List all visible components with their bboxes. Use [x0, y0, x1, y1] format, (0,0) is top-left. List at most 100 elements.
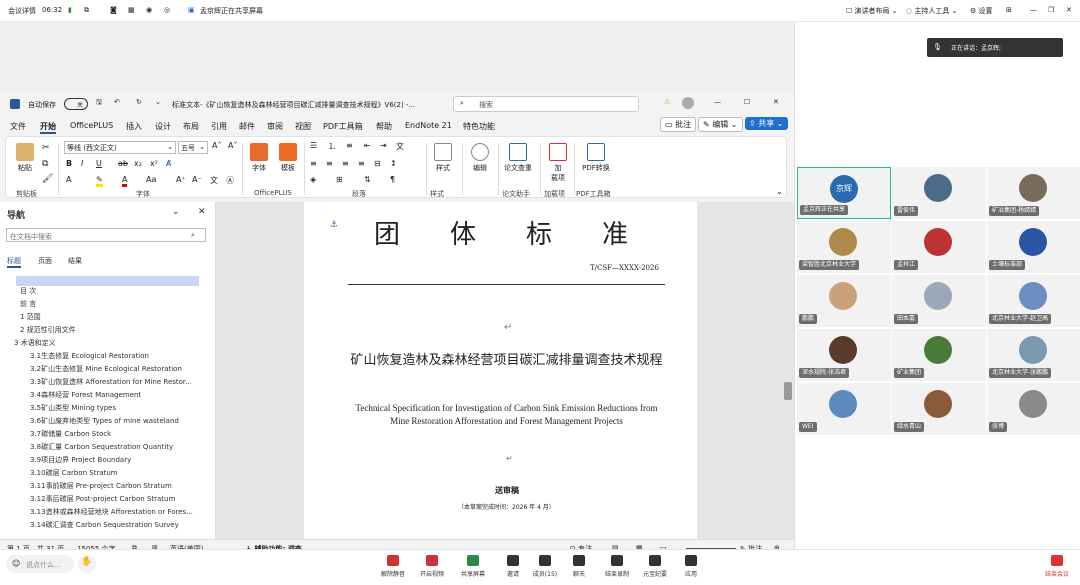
font-name-select[interactable]: 等线 (西文正文) ⌄ — [64, 141, 176, 154]
participant-tile[interactable]: 矿冶集团-杨婧婧 — [987, 167, 1080, 219]
word-close-icon[interactable]: ✕ — [773, 98, 779, 106]
nav-heading-item[interactable]: 3.14碳汇调查 Carbon Sequestration Survey — [30, 520, 179, 530]
nav-heading-item[interactable]: 3.3矿山恢复造林 Afforestation for Mine Restor.… — [30, 377, 192, 387]
nav-heading-item[interactable]: 3 术语和定义 — [14, 338, 56, 348]
save-icon[interactable]: 🖫 — [96, 98, 102, 109]
start-video-button[interactable]: 开启视频 — [415, 555, 449, 578]
redo-icon[interactable]: ↻ — [136, 98, 142, 106]
nav-heading-item[interactable]: 3.6矿山废弃地类型 Types of mine wasteland — [30, 416, 179, 426]
tab-review[interactable]: 审阅 — [267, 121, 283, 132]
autosave-toggle[interactable]: 关 — [64, 98, 88, 110]
participant-tile[interactable]: 张博 — [987, 383, 1080, 435]
close-icon[interactable]: ✕ — [1066, 6, 1072, 14]
tab-officeplus[interactable]: OfficePLUS — [70, 121, 113, 130]
eye-icon[interactable]: ◎ — [164, 6, 170, 14]
superscript-icon[interactable]: x² — [150, 159, 158, 168]
bullets-icon[interactable]: ☰ — [310, 141, 317, 150]
popout-icon[interactable]: ⧉ — [84, 6, 89, 15]
multilevel-list-icon[interactable]: ≡ — [346, 141, 353, 150]
chinese-layout-icon[interactable]: 文 — [396, 141, 404, 152]
highlight-icon[interactable]: ✎ — [96, 175, 103, 187]
tab-design[interactable]: 设计 — [155, 121, 171, 132]
participant-tile[interactable]: 深水规院-张浩君 — [797, 329, 891, 381]
pane-collapse-handle[interactable] — [784, 382, 792, 400]
style-button[interactable]: 样式 — [430, 143, 456, 173]
nav-heading-item[interactable]: 前 言 — [20, 299, 36, 309]
participant-tile[interactable]: 田本嘉 — [892, 275, 986, 327]
copy-icon[interactable]: ⧉ — [42, 159, 48, 169]
participant-tile[interactable]: 绿水青山 — [892, 383, 986, 435]
tab-pdf-tools[interactable]: PDF工具箱 — [323, 121, 363, 132]
phonetic-icon[interactable]: 文 — [210, 175, 218, 186]
word-minimize-icon[interactable]: — — [714, 98, 721, 106]
align-center-icon[interactable]: ≡ — [326, 159, 333, 168]
tab-file[interactable]: 文件 — [10, 121, 26, 132]
nav-tab-pages[interactable]: 页面 — [38, 256, 52, 266]
tab-insert[interactable]: 插入 — [126, 121, 142, 132]
pin-icon[interactable]: ⊞ — [1006, 6, 1012, 14]
font-grow-icon[interactable]: A˄ — [212, 141, 221, 150]
nav-heading-item[interactable]: 3.2矿山生态修复 Mine Ecological Restoration — [30, 364, 182, 374]
paper-check-button[interactable]: 论文查重 — [502, 143, 534, 173]
nav-heading-item[interactable]: 3.4森林经营 Forest Management — [30, 390, 141, 400]
tab-layout[interactable]: 布局 — [183, 121, 199, 132]
settings-button[interactable]: ⚙ 设置 — [970, 6, 993, 16]
hand-icon[interactable]: ✋ — [78, 555, 96, 573]
participant-tile[interactable]: 土壤标准部 — [987, 221, 1080, 273]
stop-recording-button[interactable]: 结束录制 — [600, 555, 634, 578]
paste-button[interactable]: 粘贴 — [12, 143, 38, 173]
participant-tile[interactable]: WEI — [797, 383, 891, 435]
word-search-input[interactable]: ⌕ 搜索 — [453, 96, 639, 112]
participant-tile[interactable]: 北京林业大学-张鹏鹏 — [987, 329, 1080, 381]
layout-icon[interactable]: ▦ — [128, 6, 135, 14]
tab-mailings[interactable]: 邮件 — [239, 121, 255, 132]
participant-tile[interactable]: 京辉 孟京辉正在共享 — [797, 167, 891, 219]
host-tools-button[interactable]: ◌ 主持人工具 ⌄ — [906, 6, 957, 16]
increase-indent-icon[interactable]: ⇥ — [380, 141, 387, 150]
participant-tile[interactable]: 鹏鹏 — [797, 275, 891, 327]
nav-heading-item[interactable]: 3.8碳汇量 Carbon Sequestration Quantity — [30, 442, 173, 452]
pdf-convert-button[interactable]: PDF转换 — [578, 143, 614, 173]
nav-heading-item[interactable]: 3.10碳层 Carbon Stratum — [30, 468, 118, 478]
font-size-select[interactable]: 五号 ⌄ — [178, 141, 208, 154]
tab-endnote[interactable]: EndNote 21 — [405, 121, 452, 130]
yuanbao-summary-button[interactable]: 元宝纪要 — [638, 555, 672, 578]
borders-icon[interactable]: ⊞ — [336, 175, 343, 184]
editing-mode-button[interactable]: ✎ 编辑 ⌄ — [698, 117, 743, 132]
font-button[interactable]: 字体 — [246, 143, 272, 173]
restore-icon[interactable]: ❐ — [1048, 6, 1054, 14]
sort-icon[interactable]: ⇅ — [364, 175, 371, 184]
invite-button[interactable]: 邀请 — [496, 555, 530, 578]
nav-options-icon[interactable]: ⌄ — [172, 207, 180, 217]
nav-selected-heading[interactable] — [16, 276, 199, 286]
enclose-char-icon[interactable]: Ⓐ — [226, 175, 234, 186]
apps-button[interactable]: 应用 — [674, 555, 708, 578]
tab-references[interactable]: 引用 — [211, 121, 227, 132]
share-button[interactable]: ⇪ 共享 ⌄ — [745, 117, 788, 130]
clear-format-icon[interactable]: A̸ — [166, 159, 171, 168]
justify-icon[interactable]: ≡ — [358, 159, 365, 168]
align-right-icon[interactable]: ≡ — [342, 159, 349, 168]
participant-tile[interactable]: 北京林业大学-赵卫高 — [987, 275, 1080, 327]
underline-icon[interactable]: U — [96, 159, 102, 168]
strikethrough-icon[interactable]: ab — [118, 159, 128, 168]
line-spacing-icon[interactable]: ↕ — [390, 159, 397, 168]
nav-search-input[interactable]: 在文档中搜索 ⌕ — [6, 228, 206, 242]
char-border-icon[interactable]: A⁻ — [192, 175, 202, 184]
participant-tile[interactable]: 雷俊伟 — [892, 167, 986, 219]
nav-tab-headings[interactable]: 标题 — [7, 256, 21, 268]
char-shading-icon[interactable]: A⁺ — [176, 175, 186, 184]
editing-button[interactable]: 编辑 — [466, 143, 494, 173]
nav-tab-results[interactable]: 结果 — [68, 256, 82, 266]
chat-input[interactable]: ☺ 说点什么... — [6, 555, 74, 573]
minimize-icon[interactable]: — — [1030, 6, 1037, 14]
record-icon[interactable]: ◙ — [110, 6, 117, 14]
shading-icon[interactable]: ◈ — [310, 175, 316, 184]
nav-heading-item[interactable]: 2 规范性引用文件 — [20, 325, 76, 335]
numbering-icon[interactable]: ⒈ — [328, 141, 336, 152]
tab-home[interactable]: 开始 — [40, 121, 56, 134]
document-page[interactable]: ⚓ 团 体 标 准 T/CSF—XXXX-2026 ↵ 矿山恢复造林及森林经营项… — [304, 202, 697, 539]
tab-features[interactable]: 特色功能 — [463, 121, 495, 132]
meeting-info-link[interactable]: 会议详情 — [8, 6, 36, 16]
members-button[interactable]: 成员(15) — [528, 555, 562, 578]
